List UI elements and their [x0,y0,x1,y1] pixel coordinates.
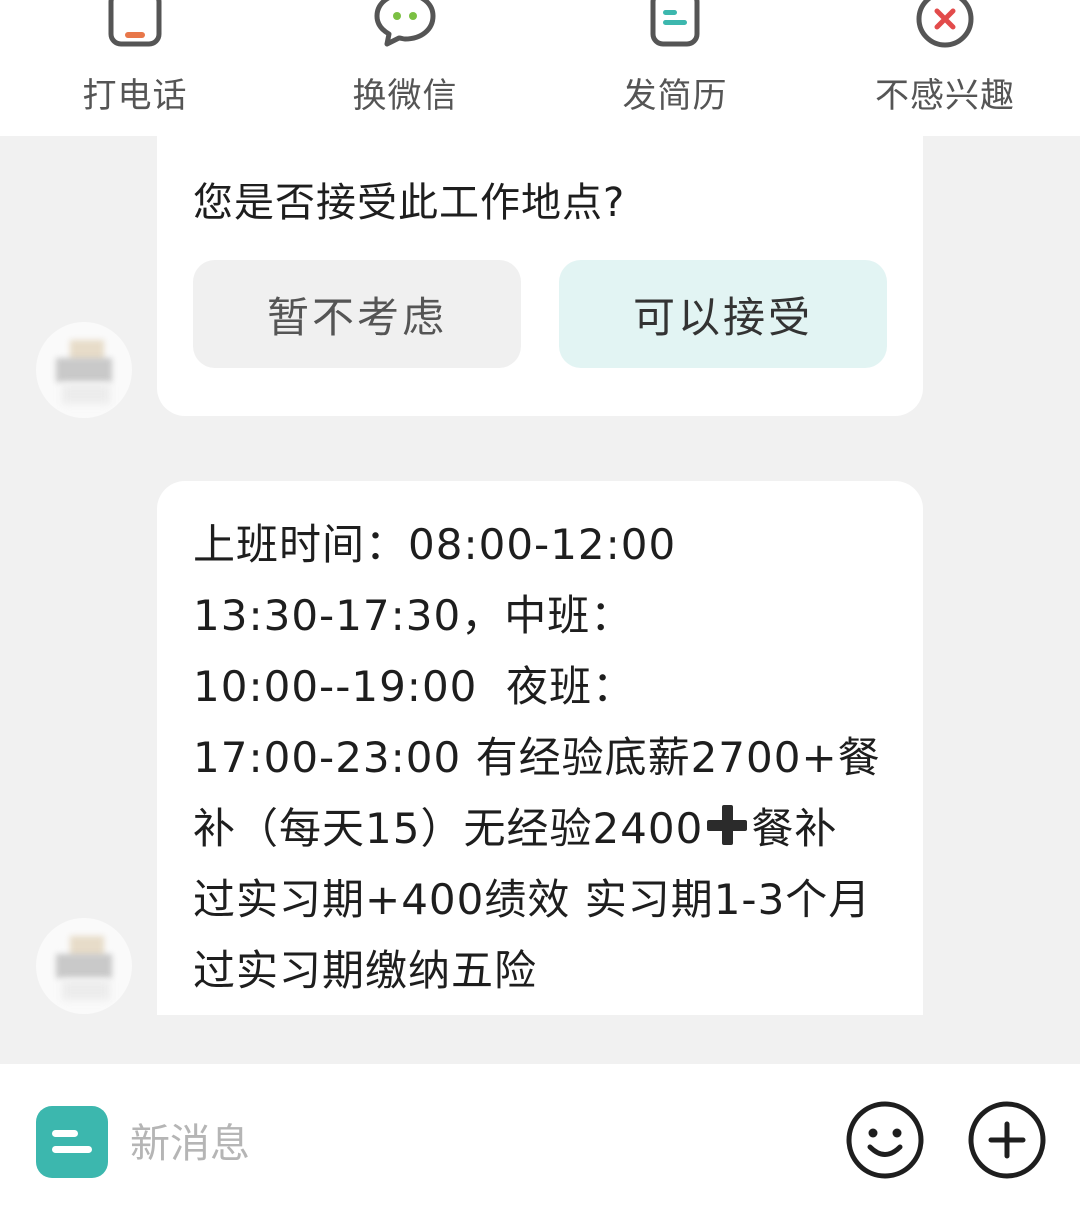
message-line: 10:00--19:00 夜班： [193,662,636,711]
message-line: 补（每天15）无经验2400 餐补 [193,795,837,856]
decline-location-button[interactable]: 暂不考虑 [193,260,521,368]
location-question: 您是否接受此工作地点? [193,180,626,226]
resume-icon [649,0,701,52]
message-line: 过实习期缴纳五险 [193,946,538,995]
plus-icon[interactable] [967,1100,1047,1184]
quick-menu-button[interactable] [36,1106,108,1178]
message-line: 13:30-17:30，中班： [193,591,634,640]
message-bubble: 上班时间：08:00-12:00 13:30-17:30，中班： 10:00--… [157,481,923,1015]
input-bar [0,1064,1080,1217]
avatar[interactable] [36,918,132,1014]
accept-location-button[interactable]: 可以接受 [559,260,887,368]
smile-icon[interactable] [845,1100,925,1184]
not-interested-icon [914,0,976,54]
message-line-part: 餐补 [751,804,838,853]
message-line: 过实习期+400绩效 实习期1-3个月 [193,875,872,924]
message-line: 17:00-23:00 有经验底薪2700+餐 [193,733,881,782]
wechat-icon [373,0,437,52]
message-line-part: 补（每天15）无经验2400 [193,804,704,853]
message-line: 上班时间：08:00-12:00 [193,520,677,569]
phone-icon [107,0,163,52]
avatar[interactable] [36,322,132,418]
location-question-card: 您是否接受此工作地点? 暂不考虑 可以接受 [157,110,923,416]
plus-emoji-icon [705,803,749,847]
message-input[interactable] [128,1108,812,1180]
